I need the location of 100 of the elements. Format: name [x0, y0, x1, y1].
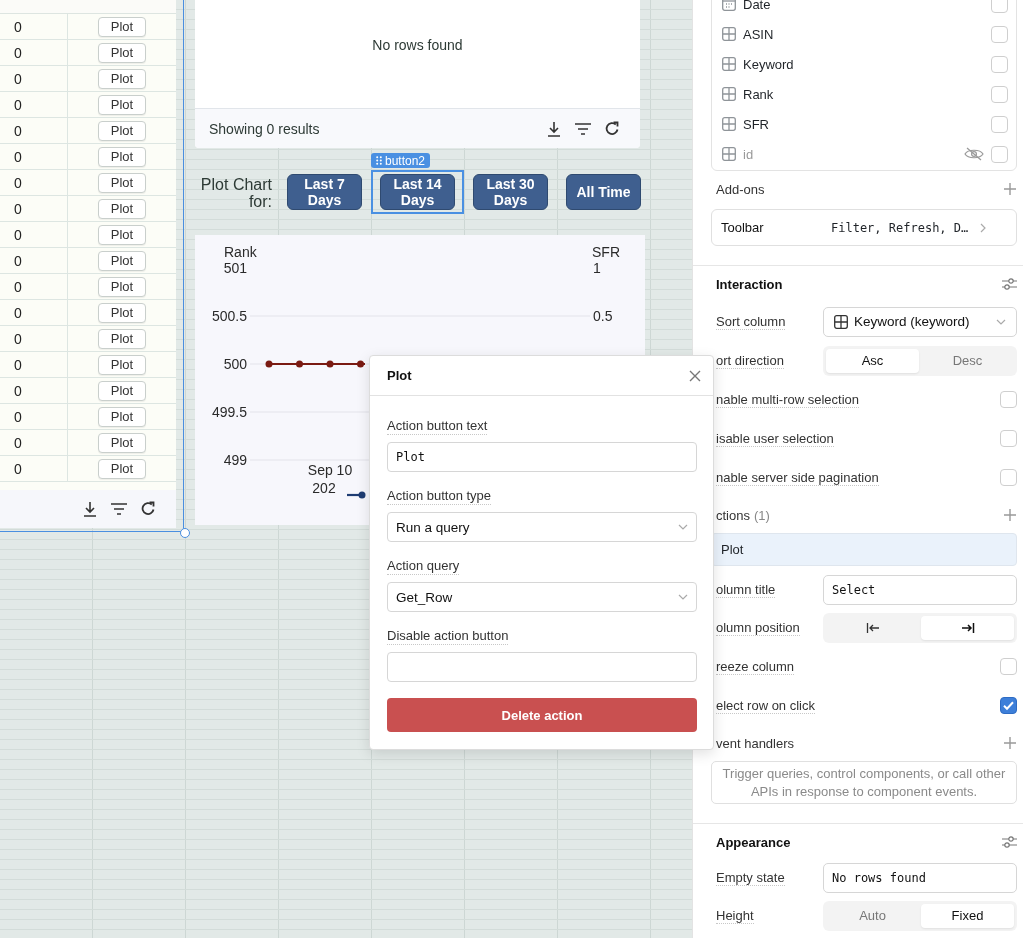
section-label: vent handlers	[716, 735, 795, 751]
segment-option[interactable]: Fixed	[921, 903, 1014, 928]
component-name: button2	[385, 153, 426, 168]
plot-button[interactable]: Plot	[98, 432, 146, 453]
plot-button[interactable]: Plot	[98, 16, 146, 37]
plot-button[interactable]: Plot	[98, 276, 146, 297]
input-field[interactable]	[387, 652, 697, 682]
column-name[interactable]: Date	[743, 0, 984, 12]
column-name[interactable]: ASIN	[743, 26, 984, 42]
plot-button[interactable]: Plot	[98, 94, 146, 115]
calendar-icon	[722, 0, 736, 11]
table-cell: 0	[0, 222, 68, 247]
axis-title: SFR	[592, 244, 620, 260]
plot-button[interactable]: Plot	[98, 302, 146, 323]
segment-option[interactable]: Auto	[826, 903, 919, 928]
table-cell: 0	[0, 66, 68, 91]
column-name[interactable]: Keyword	[743, 56, 984, 72]
event-handlers-hint: Trigger queries, control components, or call other APIs in response to component events.	[711, 761, 1017, 804]
column-name[interactable]: SFR	[743, 116, 984, 132]
filter-icon[interactable]	[110, 502, 128, 516]
segment-option[interactable]: Asc	[826, 348, 919, 373]
filter-icon[interactable]	[574, 121, 592, 136]
eye-slash-icon[interactable]	[964, 147, 984, 161]
field-label: nable server side pagination	[716, 469, 879, 486]
tick-label: 500.5	[211, 308, 247, 324]
dropdown[interactable]: Run a query	[387, 512, 697, 542]
tick-label: 501	[223, 260, 247, 276]
segment-option[interactable]	[921, 615, 1014, 640]
addon-row[interactable]: Toolbar Filter, Refresh, D…	[711, 209, 1017, 246]
field-label: ort direction	[716, 352, 784, 369]
field-label: Action query	[387, 558, 460, 575]
close-icon[interactable]	[689, 369, 701, 382]
plot-button[interactable]: Plot	[98, 250, 146, 271]
range-button[interactable]: Last 14 Days	[380, 174, 455, 210]
field-label: nable multi-row selection	[716, 391, 860, 408]
plot-button[interactable]: Plot	[98, 224, 146, 245]
resize-handle[interactable]	[180, 528, 190, 538]
sfr-line-drawing	[347, 491, 366, 499]
table-cell: 0	[0, 326, 68, 351]
plus-icon[interactable]	[1003, 508, 1017, 522]
chevron-down-icon	[678, 594, 688, 600]
delete-button[interactable]: Delete action	[387, 698, 697, 732]
empty-state-text: No rows found	[372, 37, 463, 53]
section-label: Add-ons	[716, 181, 765, 197]
plot-button[interactable]: Plot	[98, 68, 146, 89]
popover-title: Plot	[387, 368, 412, 383]
table-cell: 0	[0, 248, 68, 273]
input-field[interactable]: Plot	[387, 442, 697, 472]
plus-icon[interactable]	[1003, 182, 1017, 196]
plot-button[interactable]: Plot	[98, 380, 146, 401]
table-cell: 0	[0, 14, 68, 39]
checkbox[interactable]	[1000, 697, 1017, 714]
plus-icon[interactable]	[1003, 736, 1017, 750]
refresh-icon[interactable]	[140, 501, 156, 517]
plot-button[interactable]: Plot	[98, 328, 146, 349]
plot-button[interactable]: Plot	[98, 172, 146, 193]
input-field[interactable]: No rows found	[823, 863, 1017, 893]
table-cell: 0	[0, 352, 68, 377]
segment-option[interactable]: Desc	[921, 348, 1014, 373]
plot-button[interactable]: Plot	[98, 354, 146, 375]
chart-range-label: Plot Chart for:	[199, 175, 272, 212]
plot-button[interactable]: Plot	[98, 198, 146, 219]
chevron-right-icon	[980, 222, 986, 233]
tick-label: 0.5	[593, 308, 613, 324]
download-icon[interactable]	[82, 501, 98, 517]
sliders-icon[interactable]	[1001, 835, 1017, 849]
plot-button[interactable]: Plot	[98, 120, 146, 141]
download-icon[interactable]	[546, 120, 562, 137]
item-count: (1)	[753, 507, 770, 523]
axis-title: Rank	[224, 244, 257, 260]
table-cell: 0	[0, 144, 68, 169]
field-label: olumn title	[716, 582, 776, 598]
field-label: Sort column	[716, 313, 786, 330]
field-label: Height	[716, 907, 754, 924]
table-cell: 0	[0, 196, 68, 221]
grid-icon	[834, 314, 848, 329]
column-name[interactable]: Rank	[743, 86, 984, 102]
section-title: Appearance	[716, 834, 791, 850]
plot-button[interactable]: Plot	[98, 146, 146, 167]
plot-button[interactable]: Plot	[98, 42, 146, 63]
dropdown[interactable]: Get_Row	[387, 582, 697, 612]
plot-button[interactable]: Plot	[98, 406, 146, 427]
range-button[interactable]: Last 30 Days	[473, 174, 548, 210]
grid-icon	[722, 57, 736, 71]
grid-icon	[722, 147, 736, 161]
dropdown[interactable]: Keyword (keyword)	[823, 306, 1017, 337]
input-field[interactable]: Select	[823, 575, 1017, 605]
refresh-icon[interactable]	[604, 120, 620, 137]
action-item[interactable]: Plot	[711, 533, 1017, 566]
table-cell: 0	[0, 40, 68, 65]
range-button[interactable]: All Time	[566, 174, 641, 210]
field-label: Action button type	[387, 488, 492, 505]
sliders-icon[interactable]	[1001, 277, 1017, 291]
plot-button[interactable]: Plot	[98, 458, 146, 479]
field-label: isable user selection	[716, 430, 834, 447]
field-label: Empty state	[716, 870, 785, 886]
tick-label: 500	[223, 356, 247, 372]
table-cell: 0	[0, 378, 68, 403]
grid-icon	[722, 87, 736, 101]
range-button[interactable]: Last 7 Days	[287, 174, 362, 210]
